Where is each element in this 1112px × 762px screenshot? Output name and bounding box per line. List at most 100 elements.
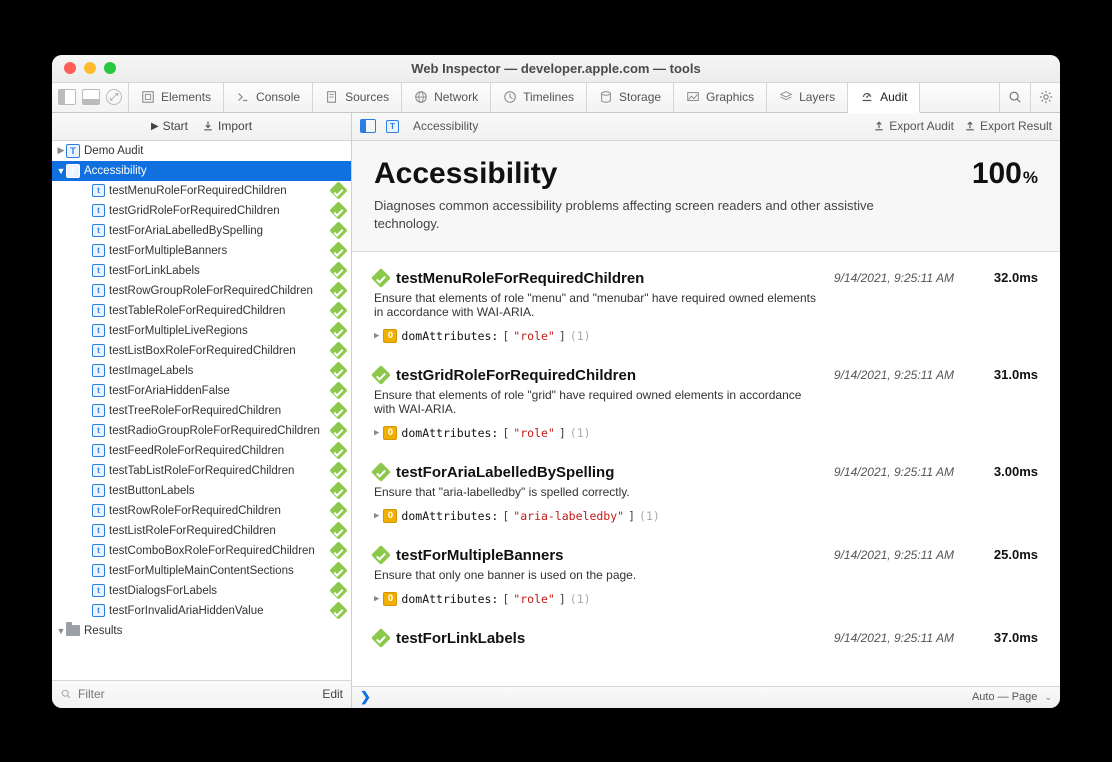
import-label: Import xyxy=(218,119,252,133)
layers-icon xyxy=(779,90,793,104)
tree-item-test[interactable]: ttestForMultipleLiveRegions xyxy=(52,321,351,341)
tree-item-test[interactable]: ttestMenuRoleForRequiredChildren xyxy=(52,181,351,201)
pass-badge-icon xyxy=(329,381,347,399)
tree-label: testForMultipleMainContentSections xyxy=(109,565,332,577)
test-icon: t xyxy=(92,264,105,277)
disclosure-triangle-icon[interactable]: ▶ xyxy=(56,145,66,156)
tree-item-test[interactable]: t testRowGroupRoleForRequiredChildren xyxy=(52,281,351,301)
tree-item-test[interactable]: ttestForAriaLabelledBySpelling xyxy=(52,221,351,241)
disclosure-triangle-icon[interactable]: ▼ xyxy=(56,166,66,176)
tab-timelines[interactable]: Timelines xyxy=(491,83,587,112)
sidebar-tree[interactable]: ▶ T Demo Audit ▼ T Accessibility ttestMe… xyxy=(52,141,351,680)
dom-attr-count: (1) xyxy=(570,592,591,606)
pass-badge-icon xyxy=(329,601,347,619)
object-badge-icon: O xyxy=(383,426,397,440)
tab-sources[interactable]: Sources xyxy=(313,83,402,112)
tree-item-test[interactable]: ttestForMultipleBanners xyxy=(52,241,351,261)
console-prompt-icon[interactable]: ❯ xyxy=(360,689,371,705)
dom-attr-value: "role" xyxy=(513,592,555,606)
window-close-button[interactable] xyxy=(64,62,76,74)
test-name: testForAriaLabelledBySpelling xyxy=(396,464,614,481)
tree-item-test[interactable]: ttestForInvalidAriaHiddenValue xyxy=(52,601,351,621)
dom-attr-label: domAttributes: xyxy=(401,592,498,606)
settings-button[interactable] xyxy=(1030,83,1060,112)
tree-item-test[interactable]: ttestForAriaHiddenFalse xyxy=(52,381,351,401)
tree-item-test[interactable]: ttestListRoleForRequiredChildren xyxy=(52,521,351,541)
test-result: testGridRoleForRequiredChildren Ensure t… xyxy=(352,353,1060,450)
dom-attributes-row[interactable]: ▶ O domAttributes: ["role"] (1) xyxy=(374,426,820,440)
search-button[interactable] xyxy=(1000,83,1030,112)
disclosure-triangle-icon[interactable]: ▶ xyxy=(374,331,379,341)
window-minimize-button[interactable] xyxy=(84,62,96,74)
tree-item-test[interactable]: ttestComboBoxRoleForRequiredChildren xyxy=(52,541,351,561)
tab-network[interactable]: Network xyxy=(402,83,491,112)
tree-label: testListRoleForRequiredChildren xyxy=(109,525,332,537)
pass-badge-icon xyxy=(329,201,347,219)
disclosure-triangle-icon[interactable]: ▶ xyxy=(374,594,379,604)
filter-input[interactable] xyxy=(78,687,316,701)
start-label: Start xyxy=(163,119,188,133)
tab-audit[interactable]: Audit xyxy=(848,83,920,113)
tree-item-test[interactable]: ttestButtonLabels xyxy=(52,481,351,501)
export-result-button[interactable]: Export Result xyxy=(964,119,1052,133)
tree-item-test[interactable]: ttestTableRoleForRequiredChildren xyxy=(52,301,351,321)
disclosure-triangle-icon[interactable]: ▶ xyxy=(374,511,379,521)
test-result: testMenuRoleForRequiredChildren Ensure t… xyxy=(352,256,1060,353)
pass-badge-icon xyxy=(371,365,391,385)
tree-item-test[interactable]: ttestDialogsForLabels xyxy=(52,581,351,601)
dom-attributes-row[interactable]: ▶ O domAttributes: ["role"] (1) xyxy=(374,592,820,606)
tab-graphics[interactable]: Graphics xyxy=(674,83,767,112)
test-duration: 37.0ms xyxy=(978,630,1038,645)
pass-badge-icon xyxy=(371,628,391,648)
start-button[interactable]: ▶ Start xyxy=(151,119,188,133)
tree-item-test[interactable]: ttestForMultipleMainContentSections xyxy=(52,561,351,581)
dom-attr-value: "role" xyxy=(513,426,555,440)
dock-left-button[interactable] xyxy=(58,89,76,105)
tree-item-test[interactable]: ttestForLinkLabels xyxy=(52,261,351,281)
import-button[interactable]: Import xyxy=(202,119,252,133)
tab-storage[interactable]: Storage xyxy=(587,83,674,112)
tab-elements[interactable]: Elements xyxy=(129,83,224,112)
test-result: testForLinkLabels 9/14/2021, 9:25:11 AM … xyxy=(352,616,1060,661)
tree-item-test[interactable]: ttestTreeRoleForRequiredChildren xyxy=(52,401,351,421)
dock-bottom-button[interactable] xyxy=(82,89,100,105)
tree-label: testImageLabels xyxy=(109,365,332,377)
tree-item-test[interactable]: ttestRowRoleForRequiredChildren xyxy=(52,501,351,521)
emulation-mode-button[interactable]: Auto — Page ⌄ xyxy=(972,691,1052,703)
object-badge-icon: O xyxy=(383,509,397,523)
edit-button[interactable]: Edit xyxy=(322,687,343,701)
dom-attr-count: (1) xyxy=(570,426,591,440)
dom-attributes-row[interactable]: ▶ O domAttributes: ["aria-labeledby"] (1… xyxy=(374,509,820,523)
toggle-sidebar-button[interactable] xyxy=(360,119,376,133)
tree-item-test[interactable]: ttestImageLabels xyxy=(52,361,351,381)
disclosure-triangle-icon[interactable]: ▼ xyxy=(56,626,66,636)
test-icon: t xyxy=(92,284,105,297)
tree-item-accessibility[interactable]: ▼ T Accessibility xyxy=(52,161,351,181)
tab-console[interactable]: Console xyxy=(224,83,313,112)
dock-popout-button[interactable]: ⤢ xyxy=(106,89,122,105)
test-name-row: testGridRoleForRequiredChildren xyxy=(374,367,820,384)
tab-layers[interactable]: Layers xyxy=(767,83,848,112)
tree-item-test[interactable]: ttestGridRoleForRequiredChildren xyxy=(52,201,351,221)
dom-attributes-row[interactable]: ▶ O domAttributes: ["role"] (1) xyxy=(374,329,820,343)
export-audit-button[interactable]: Export Audit xyxy=(873,119,954,133)
tab-bar: Elements Console Sources Network Timelin… xyxy=(129,83,999,112)
tree-item-test[interactable]: ttestFeedRoleForRequiredChildren xyxy=(52,441,351,461)
test-timestamp: 9/14/2021, 9:25:11 AM xyxy=(834,631,954,645)
tree-item-test[interactable]: ttestTabListRoleForRequiredChildren xyxy=(52,461,351,481)
window-maximize-button[interactable] xyxy=(104,62,116,74)
test-name-row: testMenuRoleForRequiredChildren xyxy=(374,270,820,287)
tree-label: Results xyxy=(84,625,345,637)
tree-label: testFeedRoleForRequiredChildren xyxy=(109,445,332,457)
main-scroll[interactable]: Accessibility Diagnoses common accessibi… xyxy=(352,141,1060,686)
tree-label: testGridRoleForRequiredChildren xyxy=(109,205,332,217)
dom-attr-value: "role" xyxy=(513,329,555,343)
disclosure-triangle-icon[interactable]: ▶ xyxy=(374,428,379,438)
tree-item-demo-audit[interactable]: ▶ T Demo Audit xyxy=(52,141,351,161)
traffic-lights xyxy=(64,62,116,74)
tree-item-test[interactable]: ttestListBoxRoleForRequiredChildren xyxy=(52,341,351,361)
tree-item-results[interactable]: ▼ Results xyxy=(52,621,351,641)
tree-item-test[interactable]: ttestRadioGroupRoleForRequiredChildren xyxy=(52,421,351,441)
tab-label: Network xyxy=(434,90,478,104)
tree-label: testRowGroupRoleForRequiredChildren xyxy=(109,285,332,297)
